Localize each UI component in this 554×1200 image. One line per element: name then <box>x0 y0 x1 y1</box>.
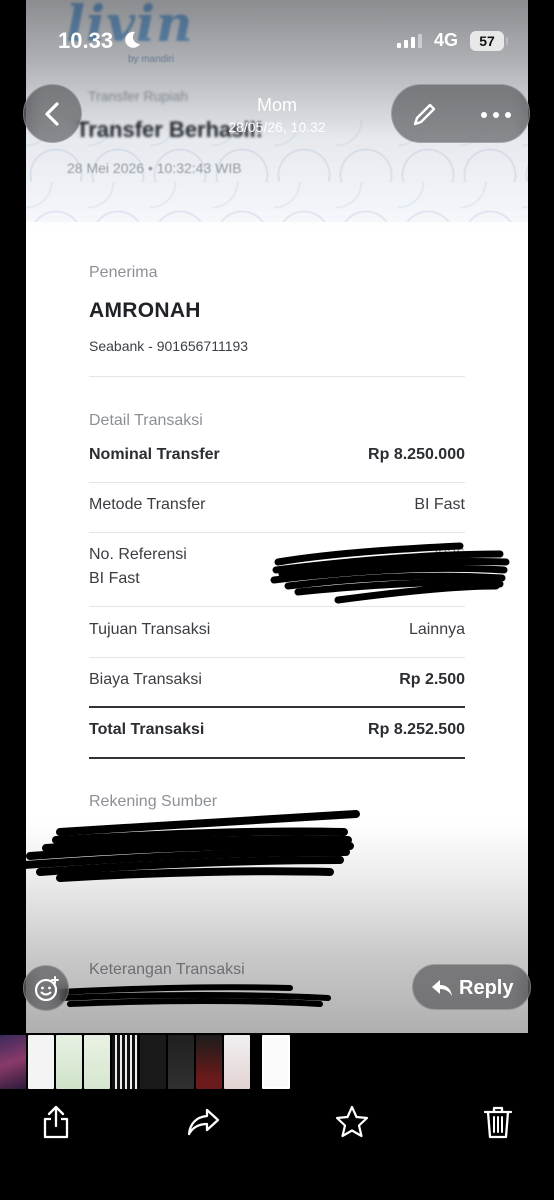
status-time: 10.33 <box>58 28 114 53</box>
redaction-scribble <box>270 542 510 604</box>
thumbnail-selected[interactable] <box>262 1035 290 1089</box>
star-button[interactable] <box>328 1100 372 1144</box>
reply-arrow-icon <box>432 980 452 996</box>
chevron-left-icon <box>45 102 59 126</box>
row-label-method: Metode Transfer <box>89 496 206 513</box>
thumbnail[interactable] <box>196 1035 222 1089</box>
pencil-icon <box>413 103 436 126</box>
recipient-account: Seabank - 901656711193 <box>89 338 249 354</box>
bank-logo-subtext: by mandiri <box>128 54 175 65</box>
moon-icon <box>125 31 140 48</box>
contact-name[interactable]: Mom <box>200 95 354 116</box>
emoji-add-icon <box>34 976 59 1002</box>
divider <box>89 757 465 759</box>
detail-label: Detail Transaksi <box>89 412 203 429</box>
edit-more-group <box>391 84 530 143</box>
divider <box>89 657 465 658</box>
network-type: 4G <box>434 30 459 50</box>
battery-icon: 57 <box>470 31 508 51</box>
thumbnail[interactable] <box>112 1035 138 1089</box>
star-icon <box>335 1105 369 1138</box>
row-label-reference: No. Referensi <box>89 546 187 563</box>
divider <box>89 376 465 377</box>
row-label-fee: Biaya Transaksi <box>89 671 202 688</box>
row-label-nominal: Nominal Transfer <box>89 446 220 463</box>
receipt-date: 28 Mei 2026 • 10:32:43 WIB <box>67 160 242 176</box>
ellipsis-icon <box>481 112 511 118</box>
row-label-total: Total Transaksi <box>89 721 205 738</box>
reply-button[interactable]: Reply <box>412 964 531 1010</box>
row-value-total: Rp 8.252.500 <box>368 721 465 738</box>
row-value-nominal: Rp 8.250.000 <box>368 446 465 463</box>
back-button[interactable] <box>23 84 82 143</box>
thumbnail[interactable] <box>0 1035 26 1089</box>
thumbnail[interactable] <box>84 1035 110 1089</box>
thumbnail[interactable] <box>224 1035 250 1089</box>
signal-icon <box>397 34 422 48</box>
row-label-reference-line2: BI Fast <box>89 570 140 587</box>
divider <box>89 706 465 708</box>
message-timestamp: 28/05/26, 10.32 <box>228 119 326 135</box>
screen: livin by mandiri Transfer Rupiah Transfe… <box>0 0 554 1200</box>
row-value-fee: Rp 2.500 <box>399 671 465 688</box>
edit-button[interactable] <box>392 85 456 144</box>
share-button[interactable] <box>34 1100 78 1144</box>
thumbnail[interactable] <box>168 1035 194 1089</box>
receipt-small-heading: Transfer Rupiah <box>88 88 188 104</box>
recipient-label: Penerima <box>89 264 158 281</box>
row-value-purpose: Lainnya <box>408 621 465 638</box>
divider <box>89 482 465 483</box>
reply-label: Reply <box>459 977 514 999</box>
thumbnail[interactable] <box>28 1035 54 1089</box>
thumbnail[interactable] <box>56 1035 82 1089</box>
trash-icon <box>483 1106 513 1139</box>
forward-button[interactable] <box>180 1100 224 1144</box>
more-button[interactable] <box>464 85 528 144</box>
react-button[interactable] <box>23 965 69 1011</box>
redaction-scribble <box>6 810 360 882</box>
row-label-purpose: Tujuan Transaksi <box>89 621 211 638</box>
delete-button[interactable] <box>476 1100 520 1144</box>
forward-icon <box>187 1108 220 1136</box>
thumbnail[interactable] <box>140 1035 166 1089</box>
note-label: Keterangan Transaksi <box>89 961 245 978</box>
thumbnail-strip <box>0 1035 554 1089</box>
divider <box>89 532 465 533</box>
redaction-scribble <box>57 984 331 1007</box>
row-value-method: BI Fast <box>414 496 465 513</box>
share-icon <box>43 1105 69 1139</box>
recipient-name: AMRONAH <box>89 299 201 322</box>
